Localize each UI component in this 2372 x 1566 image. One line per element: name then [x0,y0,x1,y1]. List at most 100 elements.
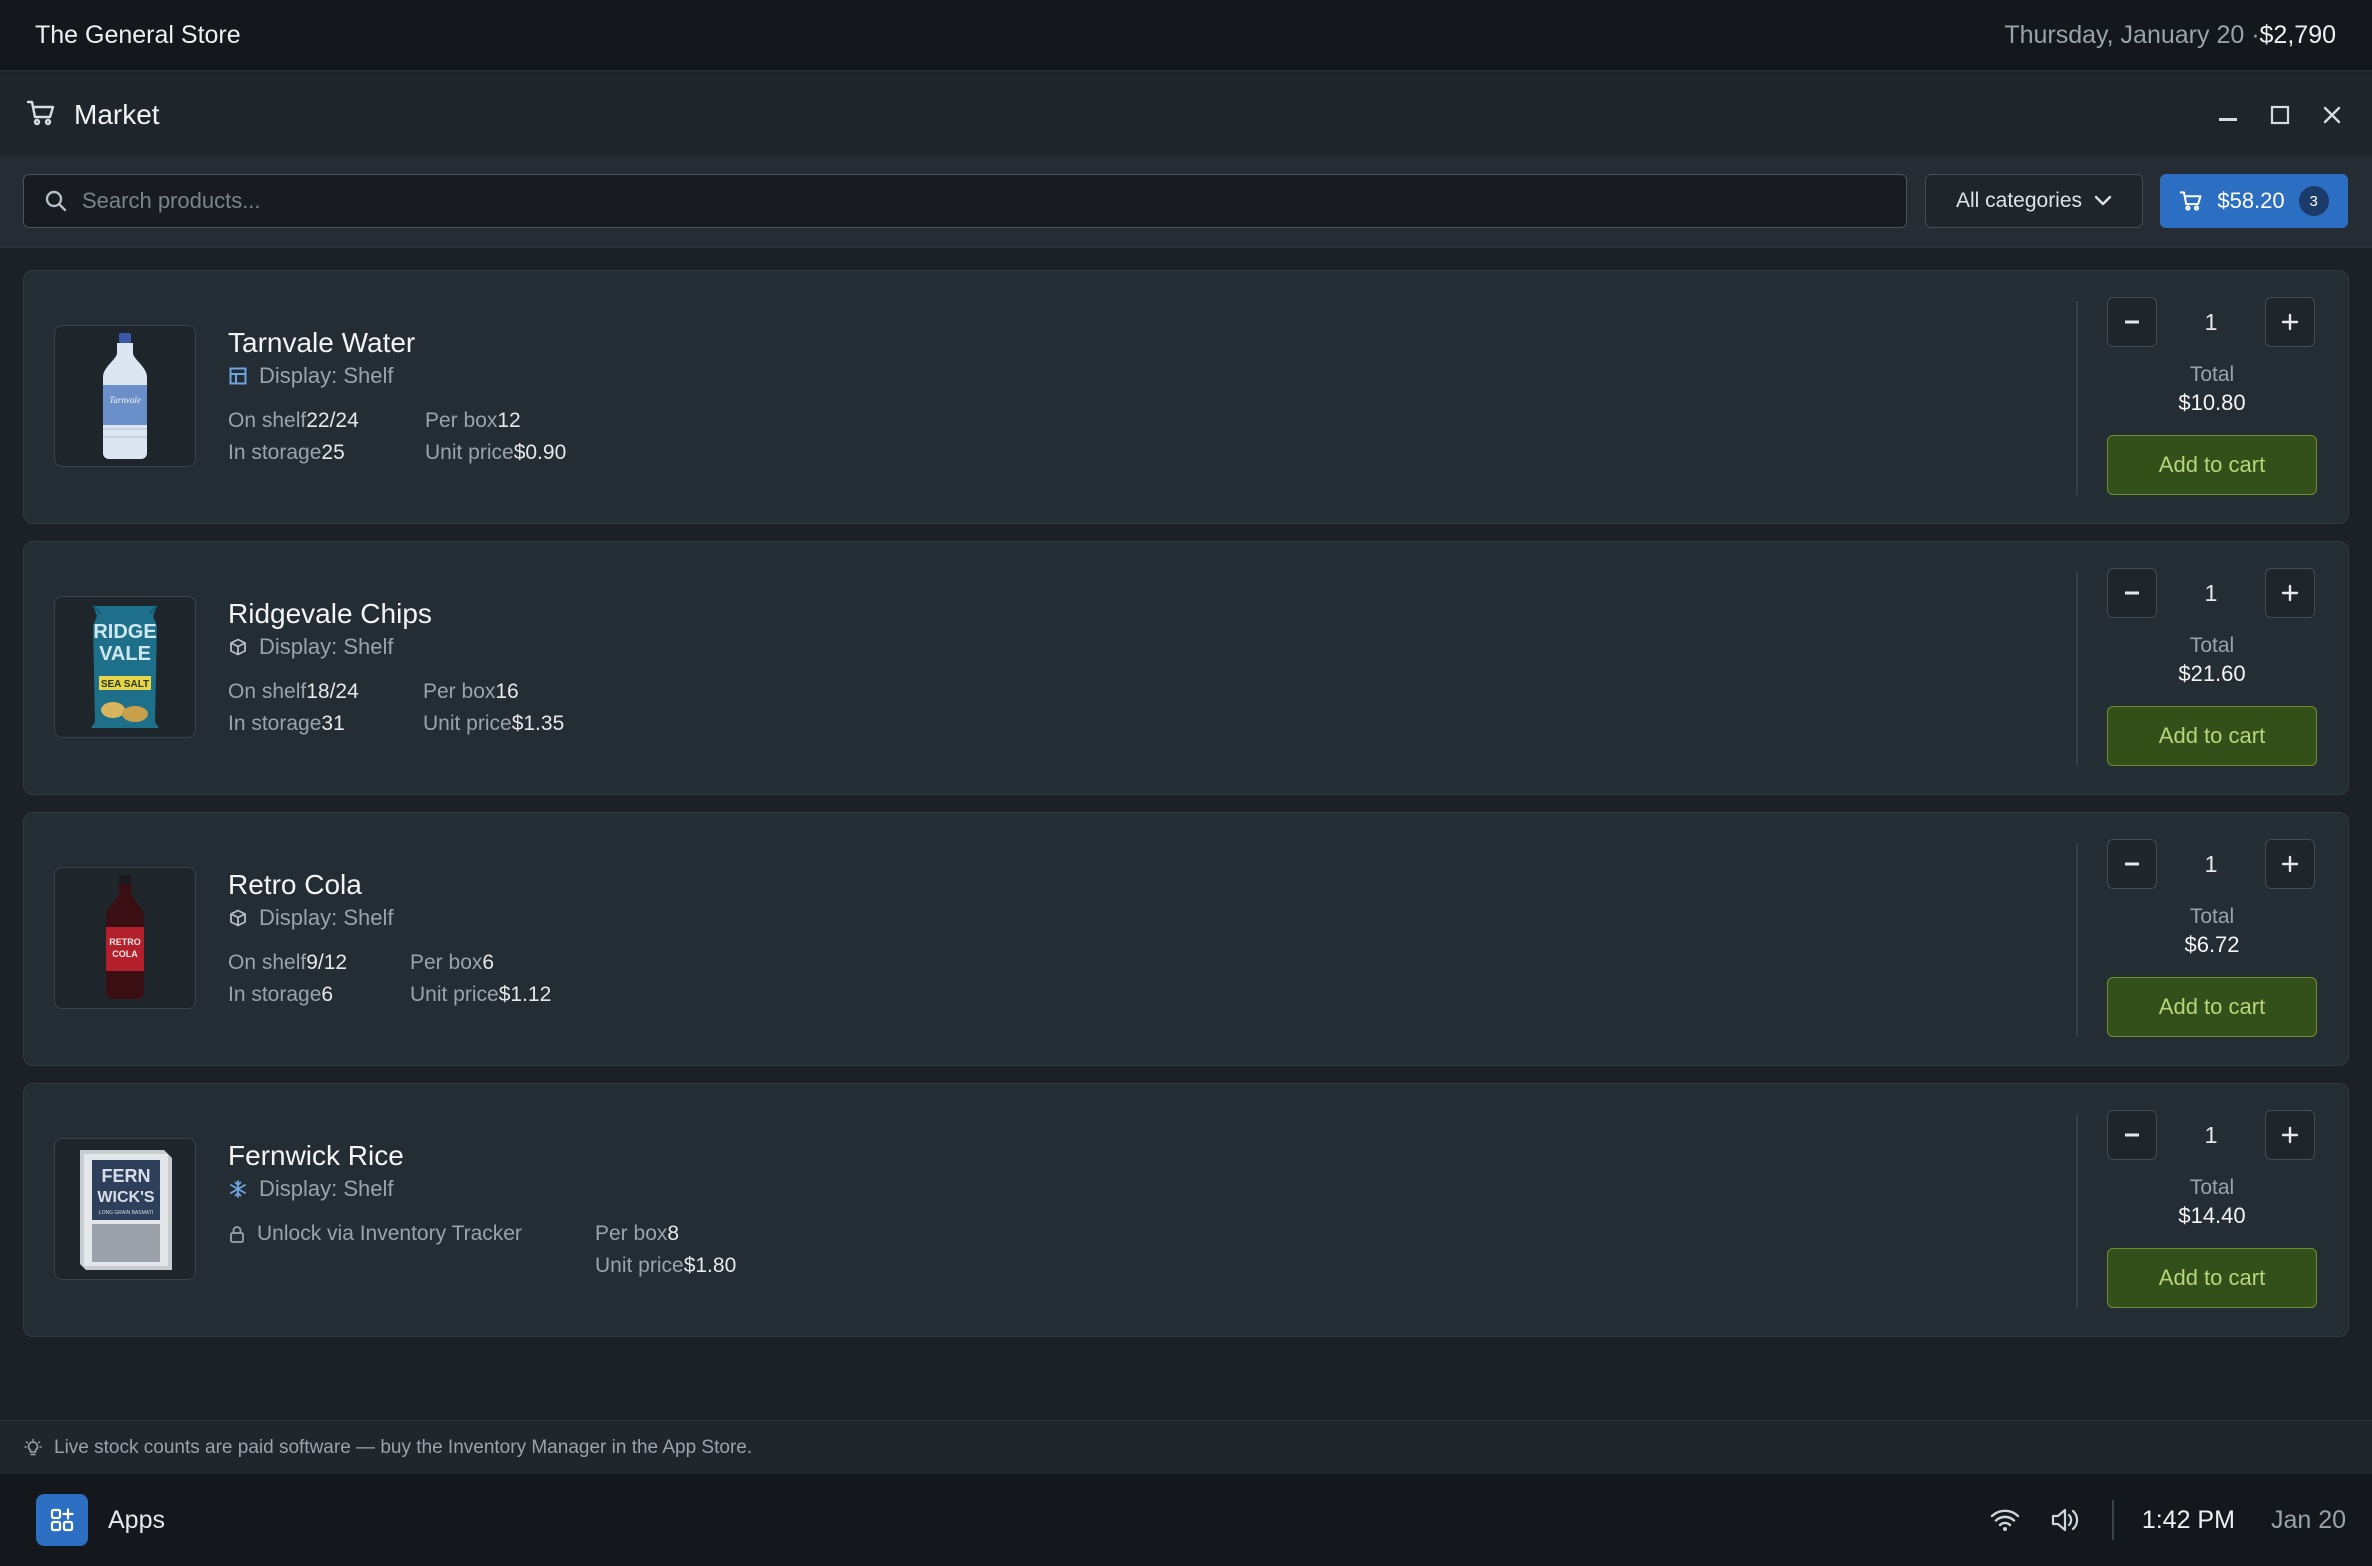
display-label: Display: Shelf [259,363,394,388]
lock-icon [230,1226,244,1243]
total-amount: $21.60 [2178,661,2246,686]
unit-price-value: $0.90 [513,441,567,464]
increase-quantity-button[interactable] [2265,1110,2315,1160]
shelf-icon [229,367,247,385]
maximize-button[interactable] [2266,101,2294,129]
minus-icon [2125,591,2139,595]
volume-button[interactable] [2048,1503,2082,1537]
per-box-value: 12 [497,409,521,432]
search-input[interactable] [82,188,1862,214]
add-to-cart-button[interactable]: Add to cart [2107,1248,2317,1308]
unlock-hint: Unlock via Inventory Tracker [257,1222,522,1245]
apps-button[interactable] [36,1494,88,1546]
chips-brand-line-1: RIDGE [93,621,156,643]
quantity-stepper: 1 [2107,1110,2315,1160]
wifi-icon [1991,1509,2020,1531]
water-bottle-label: Tarnvale [109,395,141,405]
cola-label-line-1: RETRO [109,937,141,947]
locked-stock-info: Unlock via Inventory Tracker [229,1218,522,1250]
total-amount: $6.72 [2184,932,2240,957]
per-box-label: Per box [425,409,498,432]
cart-count-badge: 3 [2298,186,2329,216]
stock-info: On shelf18/24 In storage31 [228,676,359,740]
decrease-quantity-button[interactable] [2107,297,2157,347]
increase-quantity-button[interactable] [2265,568,2315,618]
add-to-cart-button[interactable]: Add to cart [2107,706,2317,766]
on-shelf-value: 22/24 [306,409,359,432]
minimize-icon [2219,118,2237,121]
quantity-stepper: 1 [2107,297,2315,347]
line-total: Total $10.80 [2107,363,2317,416]
wifi-button[interactable] [1988,1503,2022,1537]
storage-value: 6 [321,983,334,1006]
quantity-value[interactable]: 1 [2157,1110,2265,1160]
box-info: Per box16 Unit price$1.35 [423,676,564,740]
unit-price-label: Unit price [425,441,514,464]
balance: $2,790 [2259,20,2336,49]
storage-label: In storage [228,441,322,464]
storage-value: 31 [321,712,345,735]
increase-quantity-button[interactable] [2265,839,2315,889]
product-name: Ridgevale Chips [228,598,432,629]
minus-icon [2125,1133,2139,1137]
taskbar: Apps 1:42 PM Jan 20 [0,1474,2372,1566]
minus-icon [2125,320,2139,324]
hint-text: Live stock counts are paid software — bu… [54,1436,753,1458]
quantity-value[interactable]: 1 [2157,839,2265,889]
total-label: Total [2189,363,2235,386]
on-shelf-label: On shelf [228,409,307,432]
add-to-cart-button[interactable]: Add to cart [2107,977,2317,1037]
on-shelf-value: 18/24 [306,680,359,703]
storage-label: In storage [228,983,322,1006]
product-name: Tarnvale Water [228,327,416,358]
quantity-value[interactable]: 1 [2157,568,2265,618]
clock-time[interactable]: 1:42 PM [2142,1506,2235,1535]
apps-label[interactable]: Apps [108,1506,165,1535]
line-total: Total $21.60 [2107,634,2317,687]
decrease-quantity-button[interactable] [2107,1110,2157,1160]
minus-icon [2125,862,2139,866]
display-label: Display: Shelf [259,1176,394,1201]
category-select[interactable]: All categories [1925,174,2143,228]
product-card: RETRO COLA Retro Cola Display: Shelf On … [23,812,2349,1066]
display-type: Display: Shelf [229,1176,394,1202]
per-box-value: 6 [482,951,495,974]
box-info: Per box8 Unit price$1.80 [595,1218,736,1282]
decrease-quantity-button[interactable] [2107,839,2157,889]
per-box-label: Per box [423,680,496,703]
plus-icon [2281,313,2299,331]
total-label: Total [2189,905,2235,928]
total-label: Total [2189,1176,2235,1199]
line-total: Total $14.40 [2107,1176,2317,1229]
tray-divider [2112,1500,2114,1540]
volume-icon [2052,1508,2079,1532]
window-title: Market [74,99,160,130]
decrease-quantity-button[interactable] [2107,568,2157,618]
top-status-bar: The General Store Thursday, January 20 ·… [0,0,2372,72]
quantity-stepper: 1 [2107,839,2315,889]
storage-label: In storage [228,712,322,735]
minimize-button[interactable] [2214,101,2242,129]
per-box-label: Per box [410,951,483,974]
current-date: Thursday, January 20 · [2004,20,2260,49]
box-icon [230,909,246,927]
per-box-value: 16 [495,680,519,703]
search-box[interactable] [23,174,1907,228]
cart-button[interactable]: $58.20 3 [2160,174,2348,228]
clock-date[interactable]: Jan 20 [2271,1506,2346,1535]
store-name: The General Store [35,20,241,49]
on-shelf-value: 9/12 [306,951,348,974]
box-icon [230,638,246,656]
product-card: Tarnvale Tarnvale Water Display: Shelf O… [23,270,2349,524]
add-to-cart-button[interactable]: Add to cart [2107,435,2317,495]
total-amount: $10.80 [2178,390,2246,415]
card-divider [2076,301,2078,495]
display-type: Display: Shelf [229,634,394,660]
market-toolbar: All categories $58.20 3 [0,156,2372,248]
total-amount: $14.40 [2178,1203,2246,1228]
quantity-value[interactable]: 1 [2157,297,2265,347]
cart-total: $58.20 [2217,188,2285,213]
increase-quantity-button[interactable] [2265,297,2315,347]
unit-price-value: $1.35 [511,712,565,735]
close-button[interactable] [2318,101,2346,129]
